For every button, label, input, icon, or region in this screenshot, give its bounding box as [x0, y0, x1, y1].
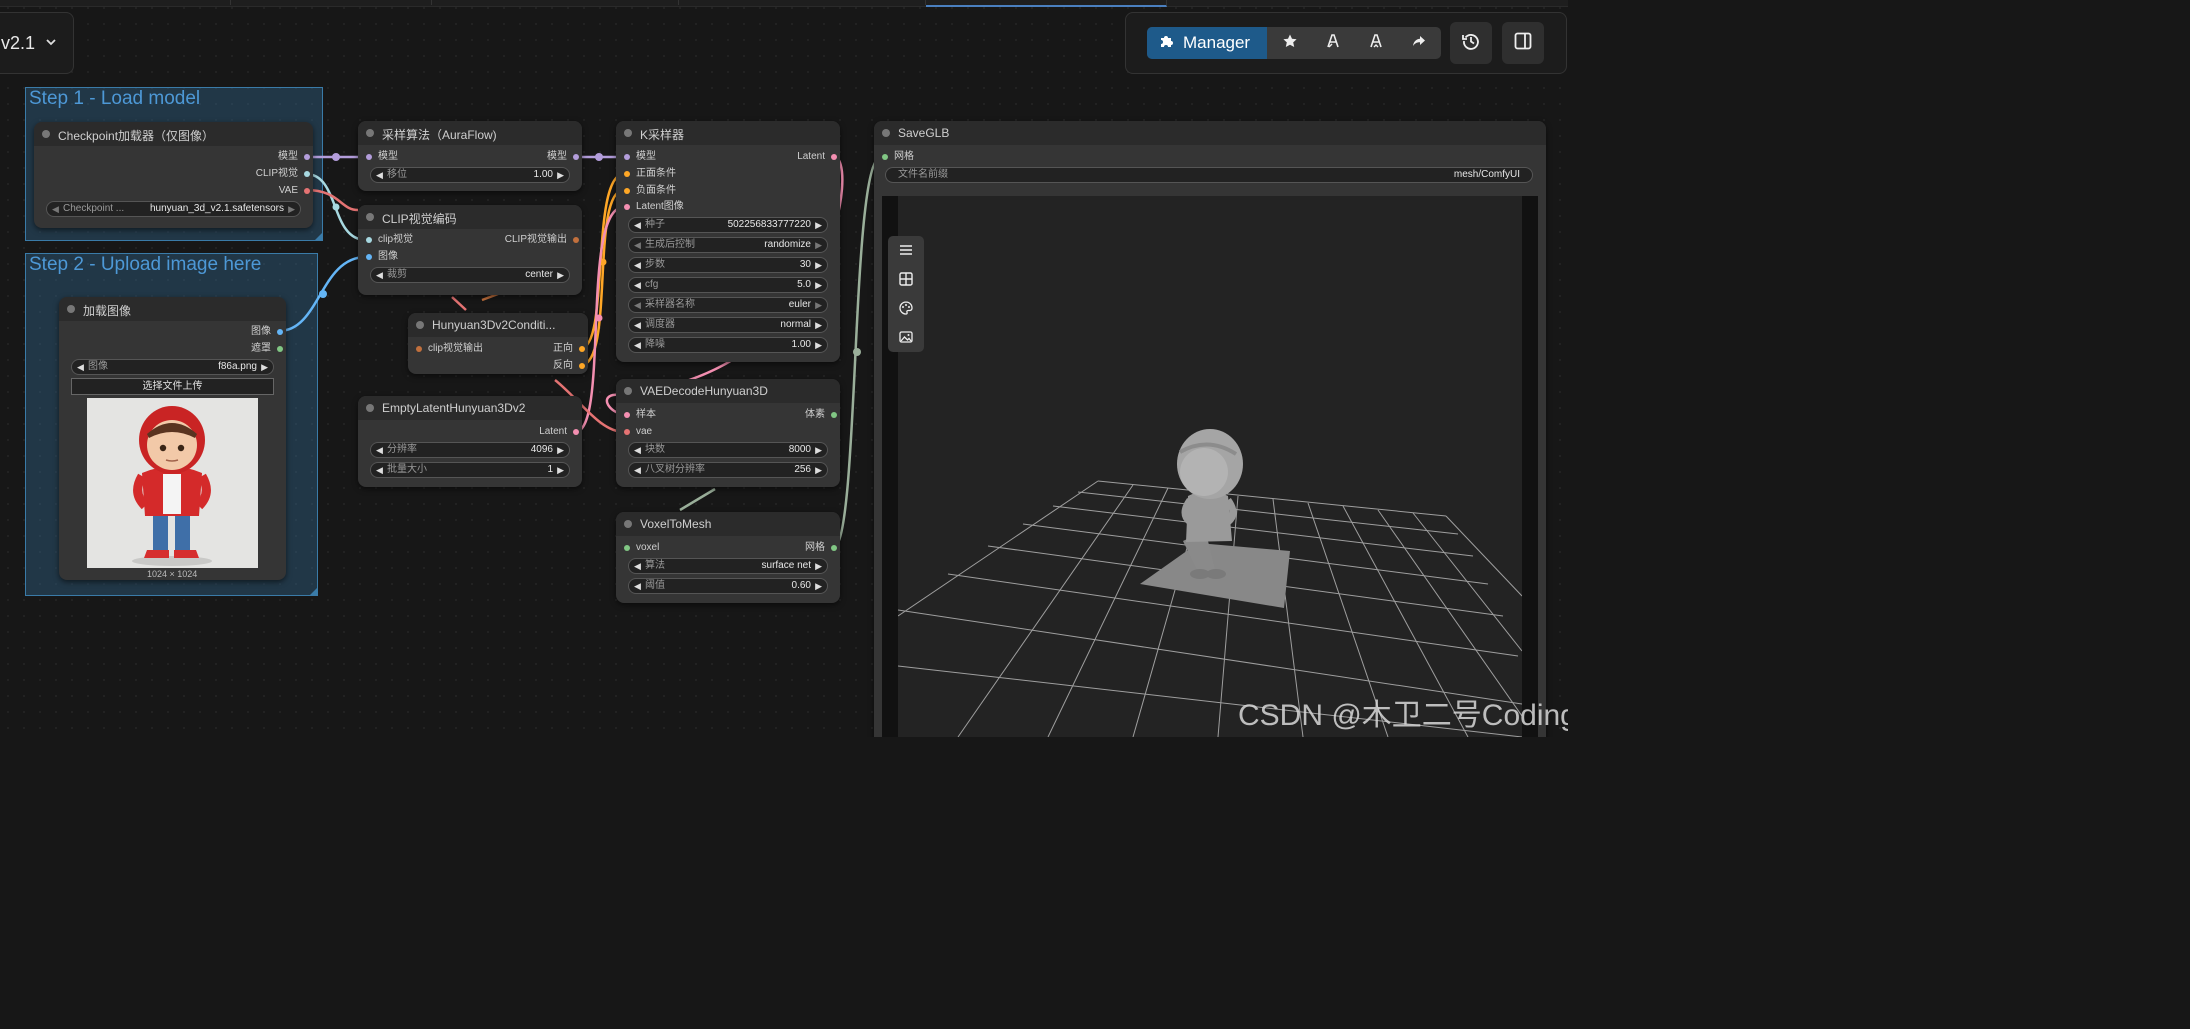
watermark-text: CSDN @木卫二号Coding — [1238, 699, 1568, 732]
grid-icon[interactable] — [896, 269, 916, 289]
node-title: K采样器 — [640, 128, 685, 142]
input-slot-image[interactable]: 图像 — [363, 251, 398, 263]
cfg-slider[interactable]: ◀ cfg 5.0 ▶ — [628, 277, 828, 293]
input-slot-voxel[interactable]: voxel — [621, 542, 659, 554]
arrow-right-icon: ▶ — [261, 362, 268, 372]
output-slot-latent[interactable]: Latent — [539, 426, 582, 438]
image-select[interactable]: ◀ 图像 f86a.png ▶ — [71, 359, 274, 375]
collapse-dot[interactable] — [624, 387, 632, 395]
node-title: VAEDecodeHunyuan3D — [640, 384, 768, 398]
output-slot-model[interactable]: 模型 — [547, 151, 582, 163]
sampler-name-select[interactable]: ◀ 采样器名称 euler ▶ — [628, 297, 828, 313]
input-slot-model[interactable]: 模型 — [363, 151, 398, 163]
output-slot-clip-vision-output[interactable]: CLIP视觉输出 — [505, 234, 582, 246]
node-sampling-auraflow[interactable]: 采样算法（AuraFlow) 模型 模型 ◀ 移位 1.00 ▶ — [358, 121, 582, 191]
output-slot-image[interactable]: 图像 — [251, 326, 286, 338]
node-title: 加载图像 — [83, 304, 132, 318]
node-load-image[interactable]: 加载图像 图像 遮罩 ◀ 图像 f86a.png ▶ 选择文件上传 1024 × 10… — [59, 297, 286, 580]
input-slot-clip-vision[interactable]: clip视觉 — [363, 234, 413, 246]
node-checkpoint-loader[interactable]: Checkpoint加载器（仅图像） 模型 CLIP视觉 VAE ◀ Checkp… — [34, 122, 313, 228]
upload-button[interactable]: 选择文件上传 — [71, 378, 274, 395]
shift-slider[interactable]: ◀ 移位 1.00 ▶ — [370, 167, 570, 183]
node-title: Hunyuan3Dv2Conditi... — [432, 318, 556, 332]
node-voxel-to-mesh[interactable]: VoxelToMesh voxel 网格 ◀ 算法 surface net ▶ ◀ 阈值… — [616, 512, 840, 603]
steps-slider[interactable]: ◀ 步数 30 ▶ — [628, 257, 828, 273]
output-slot-vae[interactable]: VAE — [279, 185, 313, 197]
algorithm-select[interactable]: ◀ 算法 surface net ▶ — [628, 558, 828, 574]
3d-scene[interactable] — [898, 196, 1522, 737]
input-slot-positive[interactable]: 正面条件 — [621, 168, 676, 180]
collapse-dot[interactable] — [366, 213, 374, 221]
output-slot-clip-vision[interactable]: CLIP视觉 — [256, 168, 313, 180]
node-title: VoxelToMesh — [640, 517, 712, 531]
collapse-dot[interactable] — [67, 305, 75, 313]
node-title: SaveGLB — [898, 126, 950, 140]
collapse-dot[interactable] — [366, 129, 374, 137]
node-clip-vision-encode[interactable]: CLIP视觉编码 clip视觉 CLIP视觉输出 图像 ◀ 裁剪 center ▶ — [358, 205, 582, 295]
threshold-slider[interactable]: ◀ 阈值 0.60 ▶ — [628, 578, 828, 594]
denoise-slider[interactable]: ◀ 降噪 1.00 ▶ — [628, 337, 828, 353]
node-ksampler[interactable]: K采样器 模型 Latent 正面条件 负面条件 Latent图像 ◀ 种子 502… — [616, 121, 840, 362]
menu-icon[interactable] — [896, 240, 916, 260]
crop-select[interactable]: ◀ 裁剪 center ▶ — [370, 267, 570, 283]
input-slot-negative[interactable]: 负面条件 — [621, 185, 676, 197]
input-slot-model[interactable]: 模型 — [621, 151, 656, 163]
image-caption: 1024 × 1024 — [147, 569, 198, 579]
input-slot-clip-vision-output[interactable]: clip视觉输出 — [413, 343, 483, 355]
node-title: CLIP视觉编码 — [382, 212, 457, 226]
output-slot-mesh[interactable]: 网格 — [805, 542, 840, 554]
seed-slider[interactable]: ◀ 种子 502256833777220 ▶ — [628, 217, 828, 233]
node-title: 采样算法（AuraFlow) — [382, 128, 497, 142]
octree-resolution-slider[interactable]: ◀ 八叉树分辨率 256 ▶ — [628, 462, 828, 478]
scheduler-select[interactable]: ◀ 调度器 normal ▶ — [628, 317, 828, 333]
node-title: EmptyLatentHunyuan3Dv2 — [382, 401, 526, 415]
input-slot-mesh[interactable]: 网格 — [879, 151, 914, 163]
viewer-toolbar — [888, 236, 924, 352]
node-vae-decode[interactable]: VAEDecodeHunyuan3D 样本 体素 vae ◀ 块数 8000 ▶ ◀ 八… — [616, 379, 840, 487]
node-hunyuan-conditioning[interactable]: Hunyuan3Dv2Conditi... clip视觉输出 正向 反向 — [408, 313, 588, 374]
num-chunks-slider[interactable]: ◀ 块数 8000 ▶ — [628, 442, 828, 458]
node-canvas[interactable]: v2.1 Manager Step 1 - Load model Step 2 … — [0, 0, 1568, 737]
output-slot-negative[interactable]: 反向 — [553, 360, 588, 372]
output-slot-voxel[interactable]: 体素 — [805, 409, 840, 421]
arrow-left-icon: ◀ — [52, 204, 59, 214]
input-slot-vae[interactable]: vae — [621, 426, 652, 438]
node-title: Checkpoint加载器（仅图像） — [58, 129, 215, 143]
arrow-left-icon: ◀ — [77, 362, 84, 372]
3d-viewer[interactable] — [882, 196, 1538, 737]
batch-size-slider[interactable]: ◀ 批量大小 1 ▶ — [370, 462, 570, 478]
resolution-slider[interactable]: ◀ 分辨率 4096 ▶ — [370, 442, 570, 458]
arrow-right-icon: ▶ — [288, 204, 295, 214]
checkpoint-select[interactable]: ◀ Checkpoint ... hunyuan_3d_v2.1.safetenso… — [46, 201, 301, 217]
collapse-dot[interactable] — [624, 129, 632, 137]
image-preview — [87, 398, 258, 568]
node-empty-latent[interactable]: EmptyLatentHunyuan3Dv2 Latent ◀ 分辨率 4096 ▶ … — [358, 396, 582, 487]
output-slot-mask[interactable]: 遮罩 — [251, 343, 286, 355]
image-icon[interactable] — [896, 327, 916, 347]
collapse-dot[interactable] — [366, 404, 374, 412]
input-slot-latent-image[interactable]: Latent图像 — [621, 201, 684, 213]
output-slot-positive[interactable]: 正向 — [553, 343, 588, 355]
filename-prefix-input[interactable]: 文件名前缀 mesh/ComfyUI — [885, 167, 1533, 183]
palette-icon[interactable] — [896, 298, 916, 318]
output-slot-latent[interactable]: Latent — [797, 151, 840, 163]
collapse-dot[interactable] — [882, 129, 890, 137]
collapse-dot[interactable] — [42, 130, 50, 138]
output-slot-model[interactable]: 模型 — [278, 151, 313, 163]
input-slot-samples[interactable]: 样本 — [621, 409, 656, 421]
control-after-generate-select[interactable]: ◀ 生成后控制 randomize ▶ — [628, 237, 828, 253]
collapse-dot[interactable] — [416, 321, 424, 329]
collapse-dot[interactable] — [624, 520, 632, 528]
